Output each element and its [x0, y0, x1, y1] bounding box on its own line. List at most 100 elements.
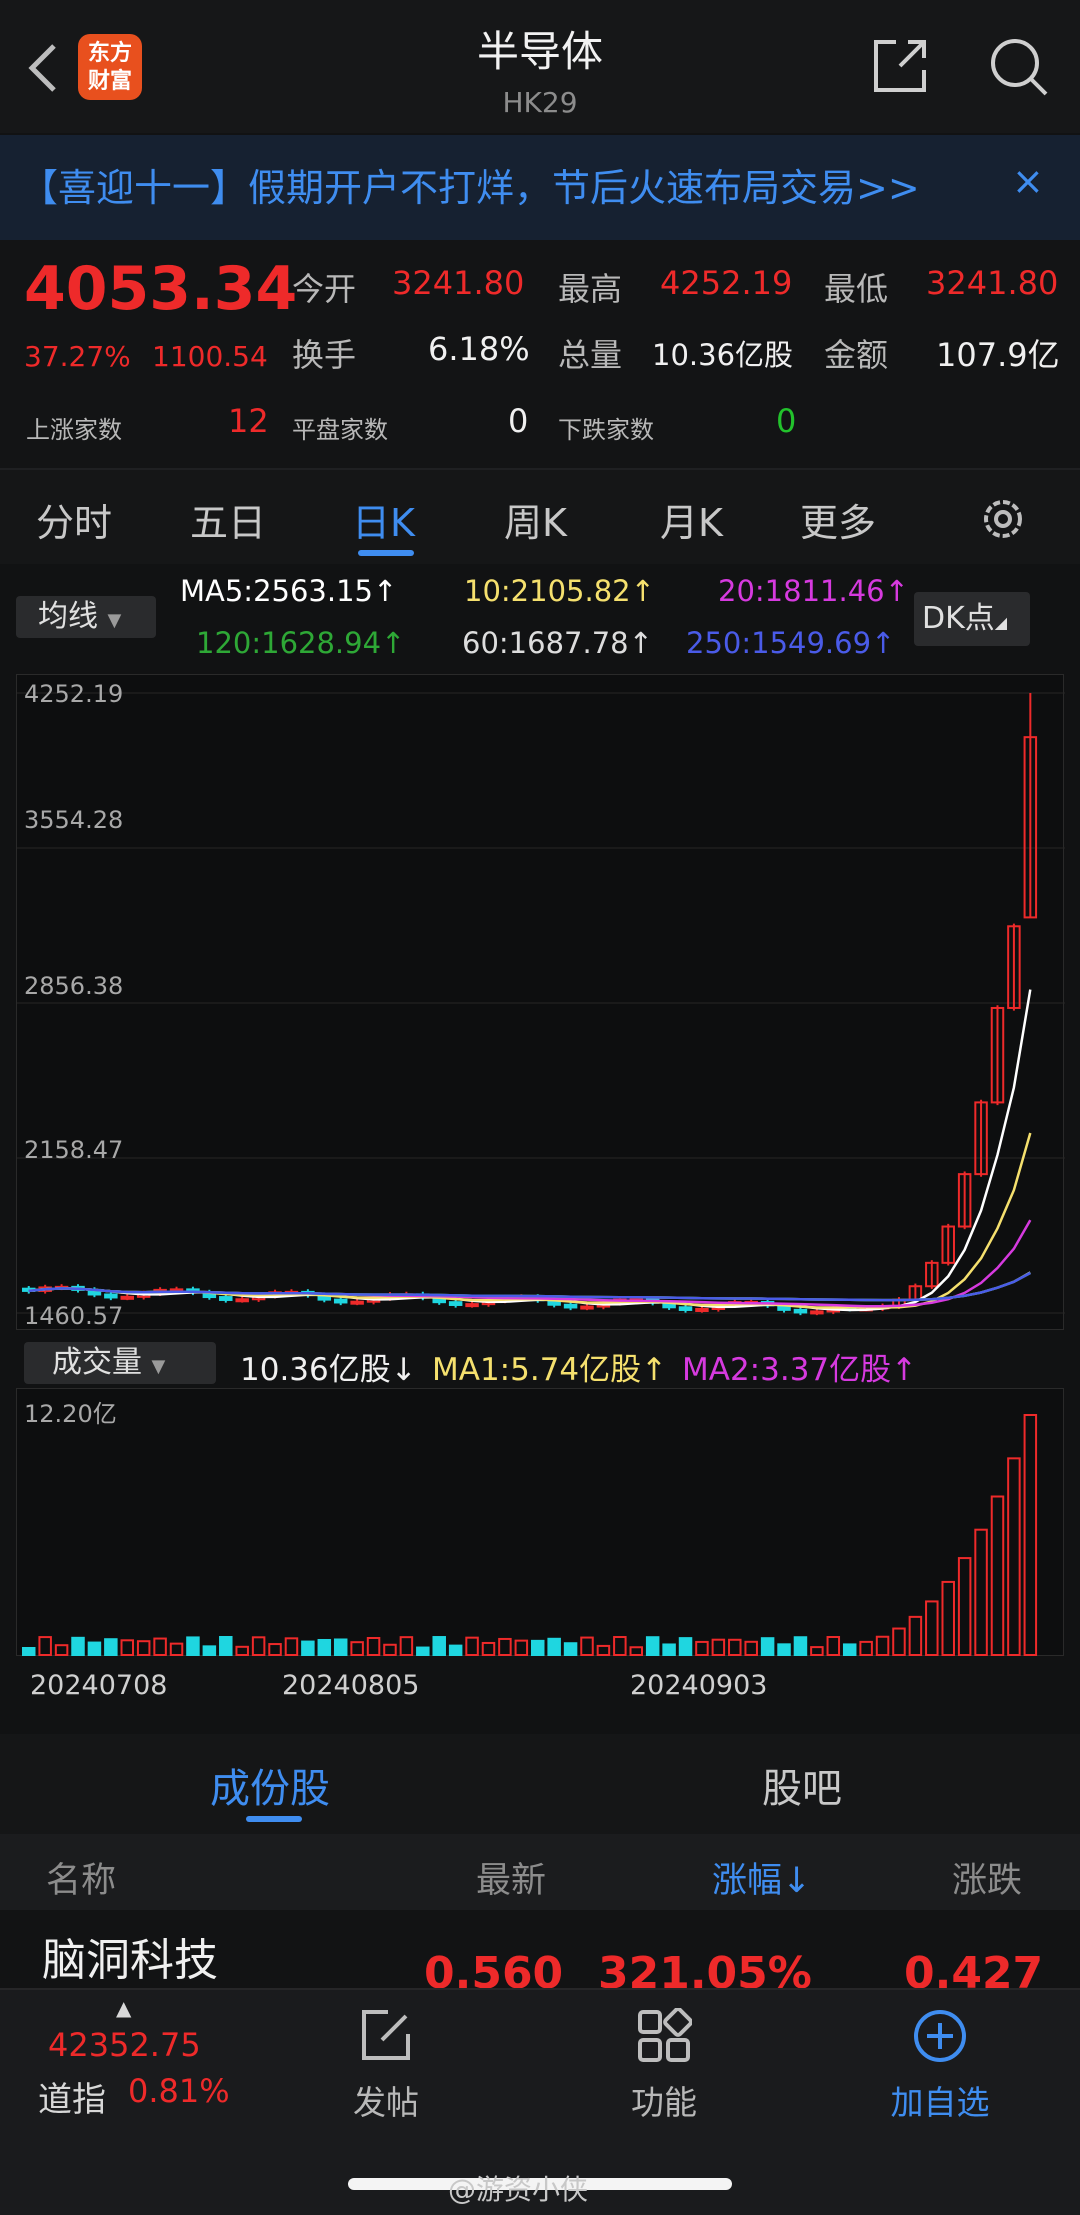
tab-five-day[interactable]: 五日 [190, 492, 266, 547]
post-button[interactable]: 发帖 [326, 2008, 446, 2124]
index-pct[interactable]: 0.81% [128, 2072, 230, 2110]
volume-bar [563, 1642, 578, 1656]
amount-label: 金额 [824, 336, 889, 374]
volume-bar [629, 1646, 644, 1657]
add-watchlist-button[interactable]: 加自选 [880, 2008, 1000, 2124]
candle-body [695, 1307, 709, 1312]
current-price: 4053.34 [24, 254, 298, 324]
volume-bar [498, 1637, 512, 1656]
volume-bar [645, 1636, 660, 1656]
turnover-label: 换手 [292, 336, 357, 374]
volume-bar [859, 1640, 873, 1657]
dk-point-button[interactable]: DK点◢ [914, 592, 1030, 646]
ma5-line [28, 989, 1032, 1312]
candle-body [563, 1303, 578, 1309]
ma-selector[interactable]: 均线 ▼ [16, 596, 156, 638]
volume-bar [350, 1641, 364, 1656]
candlestick-svg [17, 692, 1065, 1316]
volume-bar [1007, 1457, 1021, 1656]
volume-bar [941, 1580, 955, 1656]
chevron-down-icon: ▼ [151, 1356, 166, 1377]
top-bar: 东方财富 半导体 HK29 [0, 0, 1080, 133]
col-change-pct[interactable]: 涨幅↓ [712, 1852, 811, 1903]
volume-bar [186, 1636, 200, 1656]
tab-monthly-k[interactable]: 月K [660, 492, 723, 547]
index-value[interactable]: 42352.75 [48, 2026, 201, 2064]
volume-bar [54, 1644, 69, 1657]
volume-bar [777, 1643, 791, 1656]
volume-bar [235, 1645, 249, 1656]
candle-body [448, 1301, 463, 1306]
col-latest[interactable]: 最新 [476, 1852, 546, 1903]
volume-bar [842, 1643, 857, 1657]
candle-body [810, 1310, 824, 1315]
col-name[interactable]: 名称 [46, 1852, 116, 1903]
volume-bar [1023, 1414, 1038, 1656]
volume-bar [202, 1645, 217, 1657]
candle-body [235, 1298, 249, 1303]
low-value: 3241.80 [926, 264, 1059, 302]
volume-bar [169, 1642, 184, 1656]
banner-close-icon[interactable]: × [1012, 159, 1044, 203]
table-row[interactable]: 脑洞科技 0.560 321.05% 0.427 [0, 1910, 1080, 1999]
share-icon[interactable] [870, 36, 930, 96]
volume-total: 10.36亿股↓ [240, 1352, 417, 1388]
index-name[interactable]: 道指 [38, 2072, 106, 2121]
volume-bar [925, 1600, 939, 1656]
volume-bar [531, 1639, 545, 1657]
up-count: 12 [228, 402, 269, 440]
candle-body [333, 1298, 348, 1304]
volume-bar [892, 1627, 906, 1656]
volume-bar [448, 1644, 463, 1657]
candle-body [104, 1293, 118, 1299]
volume-bar [826, 1636, 841, 1656]
col-change[interactable]: 涨跌 [952, 1852, 1022, 1903]
promo-banner[interactable]: 【喜迎十一】假期开户不打烊，节后火速布局交易>> × [0, 135, 1080, 240]
volume-chart[interactable] [16, 1388, 1064, 1657]
volume-bar [580, 1636, 594, 1657]
tab-weekly-k[interactable]: 周K [504, 492, 567, 547]
tab-forum[interactable]: 股吧 [762, 1756, 842, 1814]
active-tab-indicator [358, 550, 414, 556]
up-count-label: 上涨家数 [26, 416, 122, 444]
amount-value: 107.9亿 [936, 336, 1060, 374]
edit-icon [362, 2010, 410, 2060]
ma5-value: MA5:2563.15↑ [180, 574, 398, 608]
y-tick-label: 1460.57 [24, 1302, 124, 1330]
candle-body [580, 1305, 594, 1310]
volume-bar [957, 1557, 972, 1656]
list-header: 名称 最新 涨幅↓ 涨跌 [0, 1834, 1080, 1910]
post-label: 发帖 [353, 2083, 419, 2122]
volume-max-label: 12.20亿 [24, 1400, 117, 1428]
banner-text[interactable]: 【喜迎十一】假期开户不打烊，节后火速布局交易>> [20, 157, 920, 212]
tab-more[interactable]: 更多 [800, 492, 876, 547]
search-icon[interactable] [988, 36, 1050, 98]
volume-bar [104, 1638, 118, 1657]
gear-icon[interactable] [978, 494, 1028, 544]
functions-label: 功能 [631, 2083, 697, 2122]
tab-intraday[interactable]: 分时 [36, 492, 112, 547]
volume-selector[interactable]: 成交量 ▼ [24, 1342, 216, 1384]
tab-daily-k[interactable]: 日K [352, 492, 415, 547]
y-tick-label: 2856.38 [24, 972, 124, 1000]
volume-bar [317, 1638, 332, 1657]
high-label: 最高 [558, 270, 623, 308]
ma10-value: 10:2105.82↑ [464, 574, 655, 608]
open-label: 今开 [292, 270, 357, 308]
functions-button[interactable]: 功能 [604, 2007, 724, 2124]
volume-bar [875, 1635, 890, 1656]
flat-count-label: 平盘家数 [292, 416, 388, 444]
tab-constituents[interactable]: 成份股 [210, 1756, 330, 1814]
candlestick-chart[interactable] [16, 674, 1065, 1330]
candle-body [219, 1296, 233, 1301]
low-label: 最低 [824, 270, 889, 308]
watermark: @游资小侠 [448, 2173, 589, 2206]
volume-bar [383, 1643, 397, 1656]
candle-body [120, 1295, 135, 1300]
ma250-value: 250:1549.69↑ [686, 626, 896, 660]
volume-ma1: MA1:5.74亿股↑ [432, 1352, 668, 1388]
volume-bar [711, 1638, 726, 1656]
candle-body [678, 1306, 693, 1311]
x-tick-label: 20240805 [282, 1670, 420, 1701]
flat-count: 0 [508, 402, 529, 440]
